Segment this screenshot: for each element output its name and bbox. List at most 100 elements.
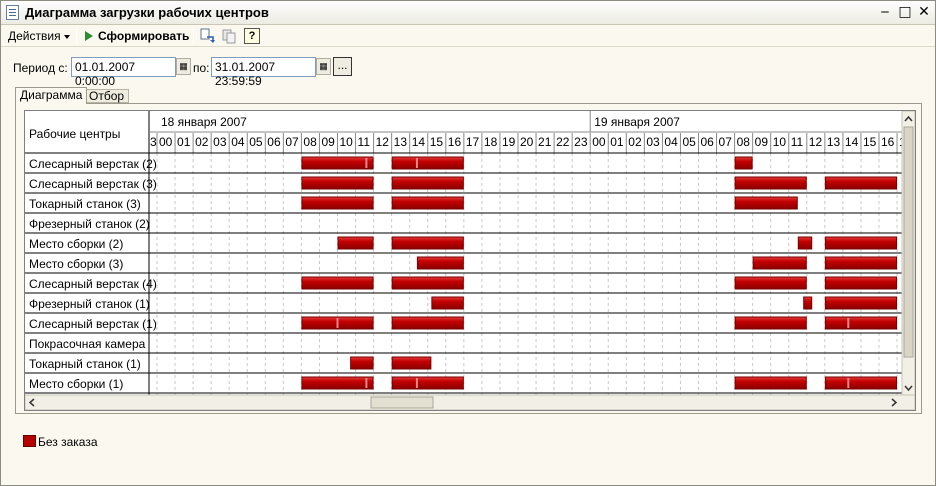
copy-icon[interactable] — [221, 28, 237, 44]
hour-label: 14 — [412, 135, 426, 149]
chevron-down-icon — [63, 34, 70, 39]
maximize-icon[interactable]: □ — [897, 5, 913, 20]
resource-label: Фрезерный станок (1) — [29, 297, 150, 311]
vertical-scroll-thumb[interactable] — [903, 126, 914, 358]
gantt-bar[interactable] — [824, 376, 898, 390]
period-from-field[interactable]: 01.01.2007 0:00:00 — [71, 57, 176, 88]
gantt-bar[interactable] — [803, 296, 813, 310]
gantt-bar[interactable] — [824, 296, 898, 310]
gantt-bar[interactable] — [391, 156, 464, 170]
hour-label: 03 — [646, 135, 660, 149]
calendar-icon[interactable]: ▦ — [316, 58, 331, 75]
toolbar-separator — [76, 28, 77, 44]
period-to-field[interactable]: 31.01.2007 23:59:59 — [211, 57, 316, 88]
hour-label: 11 — [791, 135, 804, 149]
hour-label: 01 — [610, 135, 624, 149]
hour-label: 20 — [520, 135, 534, 149]
gantt-bar[interactable] — [391, 316, 464, 330]
hour-label: 14 — [845, 135, 859, 149]
hour-label: 02 — [628, 135, 642, 149]
gantt-bar[interactable] — [752, 256, 807, 270]
hour-label: 21 — [538, 135, 552, 149]
gantt-bar[interactable] — [301, 196, 374, 210]
gantt-bar[interactable] — [734, 376, 807, 390]
resource-label: Место сборки (1) — [29, 377, 123, 391]
gantt-bar[interactable] — [797, 236, 813, 250]
hour-label: 15 — [863, 135, 877, 149]
row-header-title: Рабочие центры — [29, 127, 120, 141]
resource-label: Покрасочная камера — [29, 337, 146, 351]
hour-label: 06 — [701, 135, 715, 149]
actions-menu-label: Действия — [8, 29, 61, 43]
gantt-bar[interactable] — [734, 196, 798, 210]
horizontal-scroll-thumb[interactable] — [370, 396, 434, 409]
resource-label: Токарный станок (1) — [29, 357, 141, 371]
gantt-bar[interactable] — [391, 376, 464, 390]
gantt-chart[interactable]: 18 января 2007 19 января 2007 3 00 01 02 03 04 0… — [24, 110, 916, 411]
gantt-bar[interactable] — [337, 236, 374, 250]
hour-label: 13 — [827, 135, 841, 149]
period-from-label: Период с: — [13, 61, 68, 75]
gantt-bar[interactable] — [734, 316, 807, 330]
tab-filter[interactable]: Отбор — [84, 89, 130, 103]
gantt-bar[interactable] — [734, 156, 753, 170]
gantt-bar[interactable] — [734, 276, 807, 290]
gantt-bar[interactable] — [391, 276, 464, 290]
actions-menu[interactable]: Действия — [8, 29, 70, 43]
horizontal-scrollbar[interactable] — [25, 394, 915, 410]
gantt-bar[interactable] — [391, 176, 464, 190]
resource-label: Место сборки (3) — [29, 257, 123, 271]
resource-label: Слесарный верстак (2) — [29, 157, 157, 171]
gantt-bar[interactable] — [824, 316, 898, 330]
hour-label: 11 — [358, 135, 371, 149]
resource-label: Слесарный верстак (1) — [29, 317, 157, 331]
refresh-icon[interactable] — [199, 28, 215, 44]
hour-label: 00 — [592, 135, 606, 149]
close-icon[interactable]: ✕ — [916, 5, 932, 20]
title-bar: Диаграмма загрузки рабочих центров ‒ □ ✕ — [1, 1, 935, 25]
gantt-bar[interactable] — [301, 176, 374, 190]
gantt-bar[interactable] — [391, 196, 464, 210]
select-period-button[interactable]: ... — [333, 57, 352, 76]
gantt-bar[interactable] — [431, 296, 464, 310]
gantt-bar[interactable] — [350, 356, 374, 370]
play-icon[interactable] — [85, 31, 93, 41]
day-label: 18 января 2007 — [161, 115, 247, 129]
gantt-bar[interactable] — [301, 376, 374, 390]
hour-label: 10 — [340, 135, 354, 149]
gantt-bar[interactable] — [391, 356, 432, 370]
resource-label: Токарный станок (3) — [29, 197, 141, 211]
hour-label: 19 — [502, 135, 516, 149]
gantt-bar[interactable] — [391, 236, 464, 250]
minimize-icon[interactable]: ‒ — [877, 5, 893, 20]
generate-button[interactable]: Сформировать — [98, 29, 189, 43]
hour-label: 10 — [773, 135, 787, 149]
gantt-bar[interactable] — [416, 256, 464, 270]
day-label: 19 января 2007 — [594, 115, 680, 129]
hour-label: 06 — [267, 135, 281, 149]
hour-label: 07 — [719, 135, 733, 149]
calendar-icon[interactable]: ▦ — [176, 58, 191, 75]
gantt-bar[interactable] — [824, 276, 898, 290]
gantt-svg[interactable]: 18 января 2007 19 января 20073 00 01 02 03 04 0… — [25, 111, 915, 410]
period-to-label: по: — [193, 61, 210, 75]
tab-diagram[interactable]: Диаграмма — [15, 87, 88, 104]
main-window: Диаграмма загрузки рабочих центров ‒ □ ✕… — [0, 0, 936, 486]
hour-label: 03 — [213, 135, 227, 149]
hour-label: 01 — [177, 135, 191, 149]
hour-label: 16 — [881, 135, 895, 149]
legend-swatch — [23, 435, 36, 447]
help-icon[interactable]: ? — [244, 28, 260, 44]
hour-label: 02 — [195, 135, 209, 149]
document-icon — [6, 5, 19, 20]
window-title: Диаграмма загрузки рабочих центров — [25, 5, 269, 20]
hour-label: 07 — [285, 135, 299, 149]
gantt-bar[interactable] — [301, 276, 374, 290]
gantt-bar[interactable] — [301, 156, 374, 170]
gantt-bar[interactable] — [824, 256, 898, 270]
gantt-bar[interactable] — [824, 176, 898, 190]
gantt-bar[interactable] — [824, 236, 898, 250]
resource-label: Фрезерный станок (2) — [29, 217, 150, 231]
gantt-bar[interactable] — [734, 176, 807, 190]
hour-label: 04 — [664, 135, 678, 149]
